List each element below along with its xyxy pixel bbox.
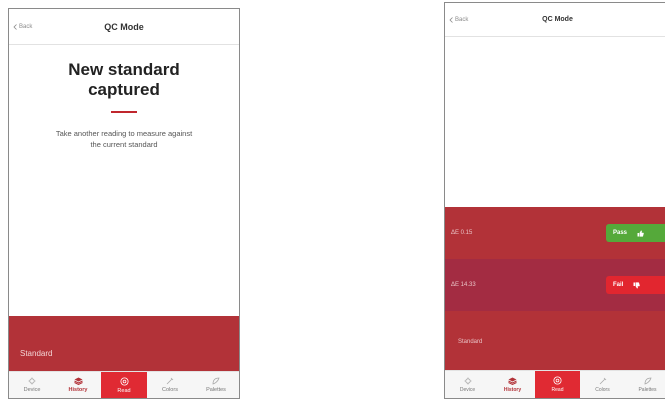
page-title: QC Mode (542, 16, 573, 23)
thumbs-down-icon (633, 281, 641, 288)
chevron-left-icon (449, 16, 453, 23)
tab-read[interactable]: Read (101, 372, 147, 398)
tab-bar: Device History Read Colors Palettes (9, 371, 239, 398)
pass-badge: Pass (606, 224, 665, 242)
phone-screen-new-standard: Back QC Mode New standard captured Take … (8, 8, 240, 399)
fail-badge: Fail (606, 276, 665, 294)
tab-colors[interactable]: Colors (580, 371, 625, 398)
chevron-left-icon (13, 23, 17, 30)
tab-bar: Device History Read Colors Palettes (445, 370, 665, 398)
colors-icon (166, 377, 174, 385)
device-icon (28, 377, 36, 385)
instruction-text: Take another reading to measure against … (31, 128, 217, 150)
result-row[interactable]: ΔE 14.33 Fail (445, 259, 665, 311)
tab-device[interactable]: Device (445, 371, 490, 398)
tab-read[interactable]: Read (535, 371, 580, 398)
navigation-bar: Back QC Mode (9, 9, 239, 45)
colors-icon (599, 377, 606, 384)
instruction-line-2: the current standard (90, 140, 158, 149)
history-icon (73, 377, 83, 385)
verdict-label: Fail (613, 282, 624, 288)
standard-swatch[interactable]: Standard (445, 311, 665, 373)
standard-label: Standard (20, 349, 53, 358)
read-icon (120, 377, 128, 385)
tab-history[interactable]: History (490, 371, 535, 398)
verdict-label: Pass (613, 230, 628, 236)
back-label: Back (19, 23, 33, 30)
tab-colors[interactable]: Colors (147, 372, 193, 398)
back-button[interactable]: Back (13, 24, 32, 30)
phone-screen-qc-results: Back QC Mode ΔE 0.15 Pass ΔE 14.33 Fail … (444, 2, 665, 399)
instruction-line-1: Take another reading to measure against (55, 129, 193, 138)
device-icon (464, 377, 471, 384)
tab-history[interactable]: History (55, 372, 101, 398)
standard-label: Standard (458, 339, 483, 345)
tab-device[interactable]: Device (9, 372, 55, 398)
read-icon (553, 376, 562, 385)
back-label: Back (455, 16, 469, 23)
page-title: QC Mode (104, 21, 144, 32)
back-button[interactable]: Back (449, 17, 468, 23)
thumbs-up-icon (637, 230, 644, 237)
tab-palettes[interactable]: Palettes (625, 371, 665, 398)
palettes-icon (212, 377, 220, 385)
delta-e-value: ΔE 0.15 (451, 230, 473, 236)
headline-line-2: captured (88, 80, 160, 99)
history-icon (508, 377, 517, 385)
palettes-icon (644, 377, 652, 385)
delta-e-value: ΔE 14.33 (451, 282, 476, 288)
headline: New standard captured (9, 60, 239, 100)
headline-line-1: New standard (68, 60, 180, 79)
result-row[interactable]: ΔE 0.15 Pass (445, 207, 665, 259)
navigation-bar: Back QC Mode (445, 3, 665, 37)
tab-palettes[interactable]: Palettes (193, 372, 239, 398)
divider (111, 111, 137, 113)
